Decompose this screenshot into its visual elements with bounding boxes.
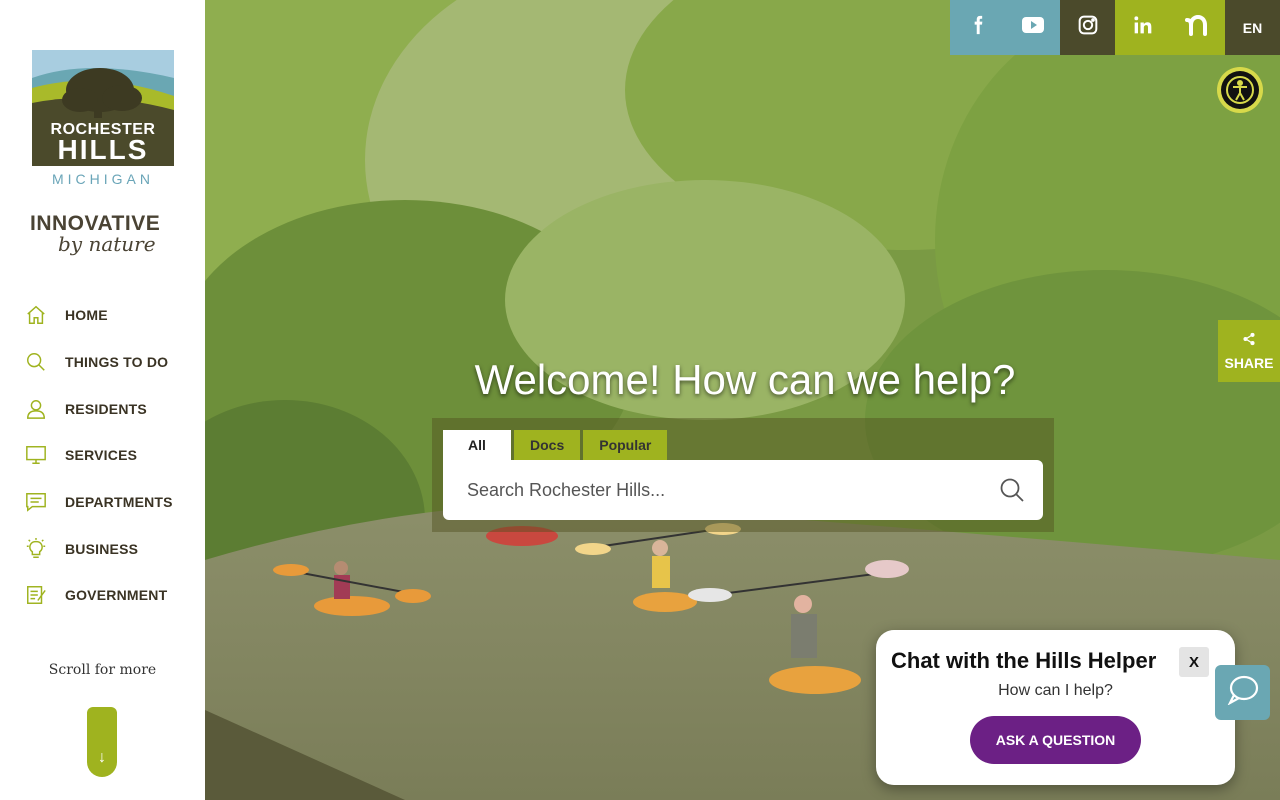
search-box: [443, 460, 1043, 520]
nav-label-home: HOME: [65, 307, 108, 324]
logo-text-michigan: MICHIGAN: [52, 171, 154, 187]
nav-label-residents: RESIDENTS: [65, 400, 147, 417]
chat-widget: Chat with the Hills Helper X How can I h…: [876, 630, 1235, 785]
tab-docs[interactable]: Docs: [514, 430, 581, 460]
search-input[interactable]: [465, 469, 999, 511]
chat-close-button[interactable]: X: [1179, 647, 1209, 677]
nextdoor-link[interactable]: [1170, 0, 1225, 55]
nav-item-business[interactable]: BUSINESS: [24, 525, 204, 572]
share-label: SHARE: [1224, 354, 1274, 371]
sidebar: ROCHESTER HILLS MICHIGAN INNOVATIVE by n…: [0, 0, 205, 800]
monitor-icon: [24, 443, 48, 467]
tagline: INNOVATIVE by nature: [30, 212, 180, 256]
linkedin-link[interactable]: [1115, 0, 1170, 55]
main-nav: HOME THINGS TO DO RESIDENTS SERVICES DEP…: [24, 292, 204, 619]
logo-text-hills: HILLS: [57, 134, 149, 165]
search-tabs: All Docs Popular: [443, 430, 670, 460]
scroll-hint: Scroll for more: [48, 662, 157, 678]
nav-item-home[interactable]: HOME: [24, 292, 204, 339]
chat-title: Chat with the Hills Helper: [891, 648, 1157, 673]
nav-item-residents[interactable]: RESIDENTS: [24, 385, 204, 432]
linkedin-icon: [1133, 15, 1153, 40]
accessibility-button[interactable]: [1217, 67, 1263, 113]
chat-subtitle: How can I help?: [998, 682, 1113, 699]
nav-item-departments[interactable]: DEPARTMENTS: [24, 479, 204, 526]
arrow-down-icon: ↓: [98, 749, 106, 766]
speech-bubble-icon: [1226, 675, 1259, 710]
youtube-link[interactable]: [1005, 0, 1060, 55]
instagram-icon: [1078, 15, 1098, 40]
instagram-link[interactable]: [1060, 0, 1115, 55]
nav-label-departments: DEPARTMENTS: [65, 494, 173, 511]
nextdoor-icon: [1184, 14, 1212, 41]
nav-item-things-to-do[interactable]: THINGS TO DO: [24, 339, 204, 386]
lightbulb-icon: [24, 537, 48, 561]
share-button[interactable]: SHARE: [1218, 320, 1280, 382]
social-bar: EN: [950, 0, 1280, 55]
site-logo[interactable]: ROCHESTER HILLS MICHIGAN: [28, 48, 178, 190]
tagline-by-nature: by nature: [58, 232, 156, 256]
document-icon: [24, 583, 48, 607]
share-icon: [1242, 332, 1256, 351]
tab-all[interactable]: All: [443, 430, 511, 460]
search-submit-icon[interactable]: [999, 477, 1025, 503]
facebook-link[interactable]: [950, 0, 1005, 55]
tab-popular[interactable]: Popular: [583, 430, 668, 460]
nav-item-services[interactable]: SERVICES: [24, 432, 204, 479]
nav-label-business: BUSINESS: [65, 540, 139, 557]
language-selector[interactable]: EN: [1225, 0, 1280, 55]
accessibility-icon: [1221, 71, 1259, 109]
hero-heading: Welcome! How can we help?: [474, 356, 1016, 403]
person-icon: [24, 397, 48, 421]
nav-label-things-to-do: THINGS TO DO: [65, 354, 169, 371]
scroll-down-button[interactable]: ↓: [87, 707, 117, 777]
nav-item-government[interactable]: GOVERNMENT: [24, 572, 204, 619]
logo-graphic: [32, 50, 174, 166]
chat-open-button[interactable]: [1215, 665, 1270, 720]
chat-icon: [24, 490, 48, 514]
youtube-icon: [1021, 15, 1045, 40]
ask-question-button[interactable]: ASK A QUESTION: [970, 716, 1141, 764]
search-icon: [24, 350, 48, 374]
facebook-icon: [968, 15, 988, 40]
home-icon: [24, 303, 48, 327]
nav-label-government: GOVERNMENT: [65, 587, 168, 604]
nav-label-services: SERVICES: [65, 447, 138, 464]
